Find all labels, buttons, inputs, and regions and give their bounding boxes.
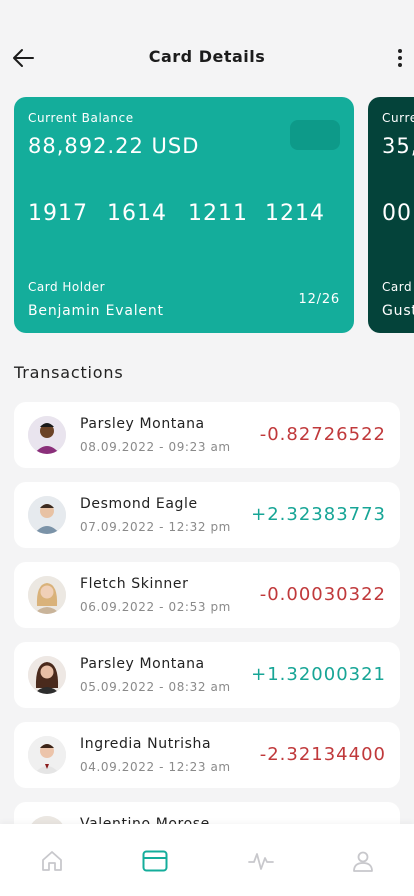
transaction-date: 07.09.2022 - 12:32 pm (80, 520, 231, 534)
more-options-button[interactable] (390, 46, 410, 70)
card-number-group: 1614 (107, 201, 167, 226)
cards-carousel[interactable]: Current Balance 88,892.22 USD 1917 1614 … (14, 97, 414, 333)
card-holder-label: Card Holder (28, 280, 106, 294)
transaction-row[interactable]: Desmond Eagle 07.09.2022 - 12:32 pm +2.3… (14, 482, 400, 548)
card-holder-name: Gust (382, 303, 414, 319)
transaction-date: 06.09.2022 - 02:53 pm (80, 600, 231, 614)
avatar (28, 416, 66, 454)
transaction-date: 05.09.2022 - 08:32 am (80, 680, 231, 694)
tab-cards[interactable] (142, 848, 168, 874)
transaction-date: 08.09.2022 - 09:23 am (80, 440, 231, 454)
card-holder-label: Card (382, 280, 413, 294)
card-icon (142, 850, 168, 872)
avatar (28, 656, 66, 694)
transaction-name: Parsley Montana (80, 416, 205, 432)
home-icon (42, 851, 62, 871)
transaction-date: 04.09.2022 - 12:23 am (80, 760, 231, 774)
card-chip-icon (290, 120, 340, 150)
tab-activity[interactable] (248, 848, 274, 874)
transaction-amount: +1.32000321 (251, 664, 386, 685)
more-dot-icon (398, 63, 402, 67)
more-dot-icon (398, 56, 402, 60)
avatar (28, 576, 66, 614)
balance-value: 88,892.22 USD (28, 134, 200, 158)
activity-icon (248, 853, 274, 870)
more-dot-icon (398, 49, 402, 53)
user-icon (353, 851, 373, 872)
balance-label: Curre (382, 111, 414, 125)
transaction-row[interactable]: Parsley Montana 05.09.2022 - 08:32 am +1… (14, 642, 400, 708)
transaction-name: Parsley Montana (80, 656, 205, 672)
tab-home[interactable] (39, 848, 65, 874)
page-title: Card Details (148, 47, 266, 66)
app-header: Card Details (0, 0, 414, 110)
card-number-group: 1917 (28, 201, 88, 226)
card-holder-name: Benjamin Evalent (28, 303, 164, 319)
card-number-group: 00 (382, 201, 412, 226)
transaction-amount: +2.32383773 (251, 504, 386, 525)
transactions-heading: Transactions (14, 363, 124, 382)
avatar (28, 736, 66, 774)
credit-card-primary[interactable]: Current Balance 88,892.22 USD 1917 1614 … (14, 97, 354, 333)
tab-profile[interactable] (350, 848, 376, 874)
transaction-amount: -2.32134400 (259, 744, 386, 765)
transaction-row[interactable]: Parsley Montana 08.09.2022 - 09:23 am -0… (14, 402, 400, 468)
card-number-group: 1214 (265, 201, 325, 226)
transaction-row[interactable]: Ingredia Nutrisha 04.09.2022 - 12:23 am … (14, 722, 400, 788)
transaction-name: Fletch Skinner (80, 576, 189, 592)
transaction-amount: -0.82726522 (259, 424, 386, 445)
balance-label: Current Balance (28, 111, 134, 125)
credit-card-secondary[interactable]: Curre 35, 00 Card Gust (368, 97, 414, 333)
card-number-group: 1211 (188, 201, 248, 226)
transaction-row[interactable]: Fletch Skinner 06.09.2022 - 02:53 pm -0.… (14, 562, 400, 628)
bottom-tab-bar (0, 824, 414, 896)
transaction-amount: -0.00030322 (259, 584, 386, 605)
avatar (28, 496, 66, 534)
card-expiry: 12/26 (298, 292, 340, 307)
transaction-name: Ingredia Nutrisha (80, 736, 212, 752)
balance-value: 35, (382, 134, 414, 158)
transaction-name: Desmond Eagle (80, 496, 198, 512)
